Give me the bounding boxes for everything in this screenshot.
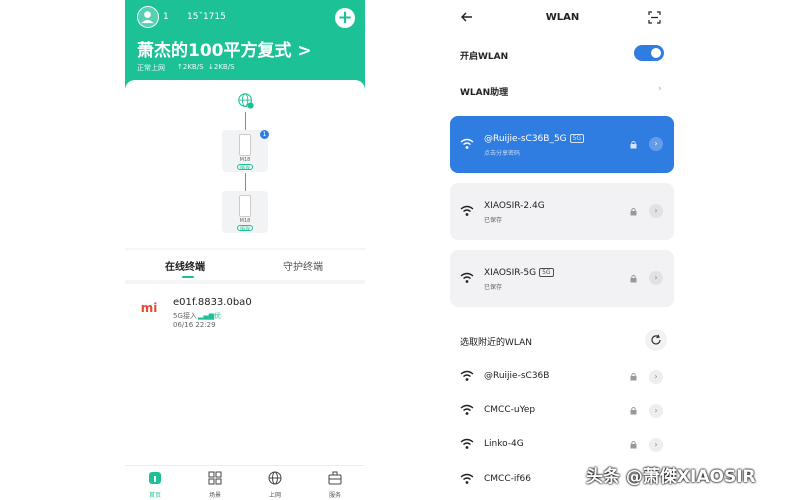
network-detail-button[interactable]: ›	[649, 438, 663, 452]
nav-label: 上网	[268, 492, 281, 499]
network-ssid: Linko-4G	[484, 439, 524, 449]
globe-icon	[268, 471, 282, 485]
nav-scenes[interactable]: 场景	[195, 470, 235, 499]
link-line	[245, 112, 246, 130]
router-icon	[239, 195, 251, 217]
wlan-toggle-label: 开启WLAN	[460, 52, 509, 62]
upload-speed: ↑2KB/S	[177, 63, 204, 71]
watermark: 头条 @萧傑XIAOSIR	[586, 467, 756, 487]
nearby-networks-heading: 选取附近的WLAN	[460, 338, 533, 348]
nav-label: 场景	[208, 492, 221, 499]
header-number: 1	[163, 12, 169, 22]
network-detail-button[interactable]: ›	[649, 370, 663, 384]
saved-network-card[interactable]: XIAOSIR-5G 5G 已保存 ›	[450, 250, 674, 307]
network-detail-button[interactable]: ›	[649, 271, 663, 285]
xiaomi-logo-icon: mi	[137, 296, 161, 320]
network-subtext: 已保存	[484, 217, 503, 224]
wlan-assistant-link[interactable]: WLAN助理	[460, 85, 508, 98]
network-topology: M18 NEW M18 NEW	[125, 80, 365, 248]
wifi-icon	[460, 473, 474, 484]
network-subtext: 已保存	[484, 284, 503, 291]
device-list-item[interactable]: mi e01f.8833.0ba0 5G接入 ▂▄▆优 06/16 22:29	[125, 284, 365, 340]
terminal-tabs: 在线终端 守护终端	[125, 250, 365, 280]
wifi-icon	[460, 370, 474, 381]
lock-icon	[630, 373, 637, 381]
download-speed: ↓2KB/S	[208, 63, 235, 71]
network-ssid: @Ruijie-sC36B	[484, 371, 550, 381]
nav-internet[interactable]: 上网	[255, 470, 295, 499]
saved-network-card[interactable]: XIAOSIR-2.4G 已保存 ›	[450, 183, 674, 240]
lock-icon	[630, 141, 637, 149]
new-tag: NEW	[237, 225, 253, 231]
network-ssid: XIAOSIR-5G 5G	[484, 268, 554, 278]
ssid-text: XIAOSIR-5G	[484, 268, 537, 278]
chevron-right-icon: ›	[658, 84, 662, 94]
tab-online[interactable]: 在线终端	[165, 258, 205, 273]
router-model: M18	[239, 218, 251, 224]
nearby-network-row[interactable]: CMCC-uYep ›	[450, 398, 674, 424]
home-icon	[149, 472, 161, 484]
lock-icon	[630, 208, 637, 216]
new-tag: NEW	[237, 164, 253, 170]
nearby-network-row[interactable]: Linko-4G ›	[450, 432, 674, 458]
device-band: 5G接入	[173, 312, 197, 320]
scan-icon[interactable]	[648, 11, 661, 24]
lock-icon	[630, 441, 637, 449]
wifi-icon	[460, 138, 474, 149]
network-ssid: @Ruijie-sC36B_5G 5G	[484, 134, 585, 144]
refresh-icon	[651, 334, 661, 345]
network-detail-button[interactable]: ›	[649, 137, 663, 151]
tab-protected[interactable]: 守护终端	[283, 258, 323, 273]
band-tag: 5G	[539, 268, 554, 277]
network-detail-button[interactable]: ›	[649, 204, 663, 218]
wifi-icon	[460, 205, 474, 216]
wifi-icon	[460, 404, 474, 415]
network-status: 正常上网	[137, 64, 165, 72]
briefcase-icon	[328, 471, 342, 485]
add-icon[interactable]: +	[335, 8, 355, 28]
signal-quality-label: 优	[214, 312, 222, 320]
lock-icon	[630, 407, 637, 415]
home-name-link[interactable]: 萧杰的100平方复式 >	[137, 36, 312, 61]
nav-home[interactable]: 首页	[135, 470, 175, 499]
nav-label: 服务	[328, 492, 341, 499]
network-ssid: CMCC-uYep	[484, 405, 536, 415]
router-node-2[interactable]: M18 NEW	[222, 191, 268, 233]
network-ssid: CMCC-if66	[484, 474, 531, 484]
header-phone: 15ˇ1715	[187, 12, 226, 22]
router-model: M18	[239, 157, 251, 163]
wifi-icon	[460, 438, 474, 449]
device-count-badge: 1	[260, 130, 269, 139]
wlan-settings-screen: WLAN 开启WLAN WLAN助理 › @Ruijie-sC36B_5G 5G …	[440, 0, 685, 500]
nav-label: 首页	[148, 492, 161, 499]
refresh-button[interactable]	[645, 329, 667, 351]
router-app-screen: 1 15ˇ1715 + 萧杰的100平方复式 > 正常上网 ↑2KB/S ↓2K…	[125, 0, 365, 500]
nearby-network-row[interactable]: @Ruijie-sC36B ›	[450, 364, 674, 390]
device-mac: e01f.8833.0ba0	[173, 297, 252, 308]
list-background	[125, 340, 365, 465]
grid-icon	[208, 471, 222, 485]
wlan-toggle[interactable]	[634, 45, 664, 61]
network-subtext: 点击分享密码	[484, 150, 521, 157]
saved-network-card[interactable]: @Ruijie-sC36B_5G 5G 点击分享密码 ›	[450, 116, 674, 173]
user-icon	[141, 11, 154, 24]
network-ssid: XIAOSIR-2.4G	[484, 201, 545, 211]
router-icon	[239, 134, 251, 156]
nav-services[interactable]: 服务	[315, 470, 355, 499]
avatar[interactable]	[137, 6, 159, 28]
link-line	[245, 173, 246, 191]
device-time: 06/16 22:29	[173, 321, 216, 329]
network-detail-button[interactable]: ›	[649, 404, 663, 418]
globe-icon	[238, 93, 254, 109]
tab-indicator	[182, 276, 194, 278]
lock-icon	[630, 275, 637, 283]
ssid-text: @Ruijie-sC36B_5G	[484, 134, 567, 144]
bottom-nav: 首页 场景 上网 服务	[125, 465, 365, 500]
wifi-icon	[460, 272, 474, 283]
band-tag: 5G	[569, 134, 585, 143]
signal-quality: ▂▄▆优	[198, 312, 222, 320]
